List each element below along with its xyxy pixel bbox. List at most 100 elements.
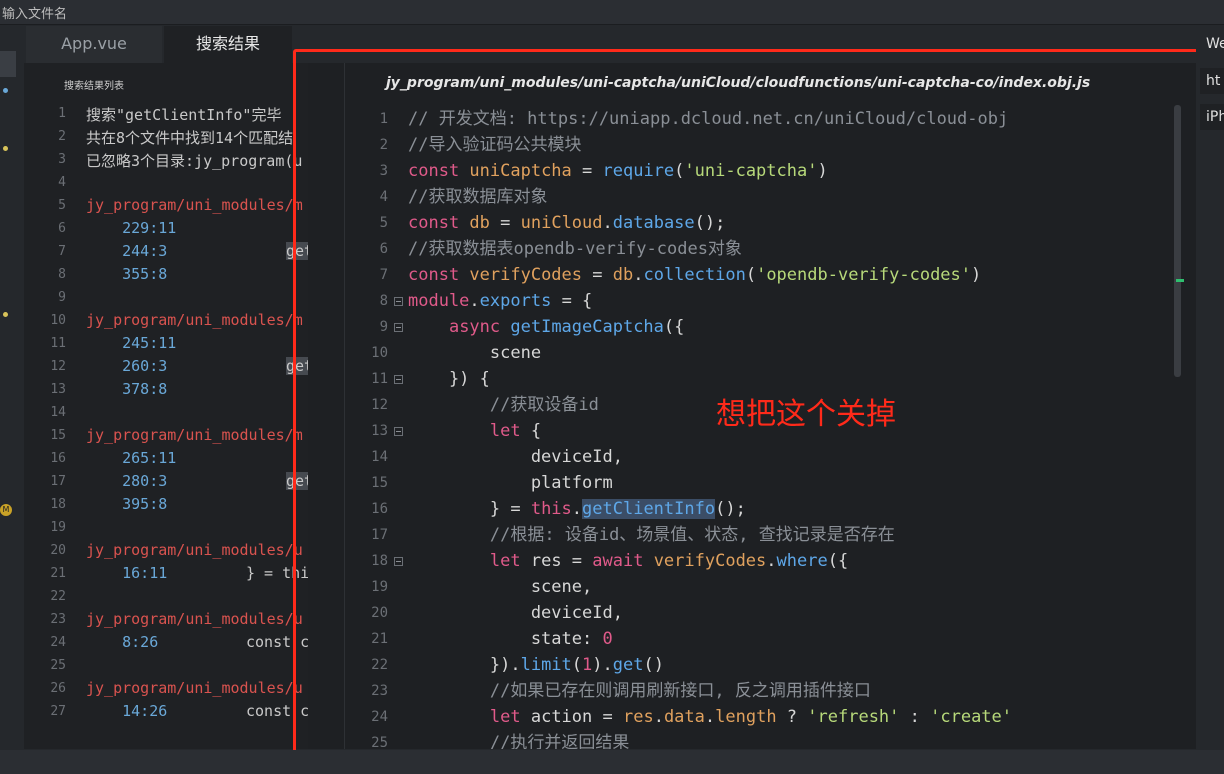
result-line[interactable]: 25 [24, 656, 326, 679]
code-token: = { [551, 291, 593, 311]
result-text: 16:11 [86, 564, 168, 582]
file-search-bar[interactable]: 输入文件名 [0, 0, 1224, 25]
code-line[interactable]: 9 async getImageCaptcha({ [346, 314, 1186, 340]
result-line[interactable]: 23 jy_program/uni_modules/u [24, 610, 326, 633]
result-line[interactable]: 19 [24, 518, 326, 541]
code-line[interactable]: 24 let action = res.data.length ? 'refre… [346, 704, 1186, 730]
result-line[interactable]: 17 280:3 getC [24, 472, 326, 495]
result-line[interactable]: 20 jy_program/uni_modules/u [24, 541, 326, 564]
result-text: jy_program/uni_modules/m [86, 196, 303, 214]
code-line[interactable]: 25 //执行并返回结果 [346, 730, 1186, 749]
result-line[interactable]: 27 14:26 const cl [24, 702, 326, 725]
vertical-scrollbar[interactable] [1174, 105, 1181, 377]
line-number: 5 [58, 198, 66, 213]
code-token: res [622, 707, 654, 727]
result-line[interactable]: 6 229:11 [24, 219, 326, 242]
result-line[interactable]: 1 搜索"getClientInfo"完毕 [24, 104, 326, 127]
result-text: 265:11 [86, 449, 177, 467]
code-line[interactable]: 10 scene [346, 340, 1186, 366]
result-line[interactable]: 26 jy_program/uni_modules/u [24, 679, 326, 702]
code-line[interactable]: 4 //获取数据库对象 [346, 184, 1186, 210]
code-line-number: 25 [371, 735, 388, 749]
code-line[interactable]: 18 let res = await verifyCodes.where({ [346, 548, 1186, 574]
result-line[interactable]: 16 265:11 [24, 449, 326, 472]
code-line[interactable]: 2 //导入验证码公共模块 [346, 132, 1186, 158]
code-line[interactable]: 3 const uniCaptcha = require('uni-captcha… [346, 158, 1186, 184]
code-line[interactable]: 20 deviceId, [346, 600, 1186, 626]
fold-toggle-icon[interactable] [394, 427, 403, 436]
code-token: ({ [827, 551, 849, 571]
code-line[interactable]: 14 deviceId, [346, 444, 1186, 470]
result-line[interactable]: 24 8:26 const cl [24, 633, 326, 656]
code-line[interactable]: 6 //获取数据表opendb-verify-codes对象 [346, 236, 1186, 262]
code-token: // 开发文档: https://uniapp.dcloud.net.cn/un… [408, 109, 1009, 129]
sidebar-selected-item[interactable] [0, 51, 16, 77]
code-token: } = [408, 499, 531, 519]
code-line[interactable]: 7 const verifyCodes = db.collection('open… [346, 262, 1186, 288]
code-line[interactable]: 8 module.exports = { [346, 288, 1186, 314]
code-line[interactable]: 16 } = this.getClientInfo(); [346, 496, 1186, 522]
line-number: 21 [50, 566, 66, 581]
code-text: //获取设备id [408, 392, 599, 418]
code-text: //如果已存在则调用刷新接口, 反之调用插件接口 [408, 678, 871, 704]
code-line[interactable]: 1 // 开发文档: https://uniapp.dcloud.net.cn/u… [346, 106, 1186, 132]
code-token: scene, [408, 577, 593, 597]
code-token: uniCloud [520, 213, 603, 233]
code-token: database [612, 213, 695, 233]
code-line-number: 21 [371, 631, 388, 647]
yellow-dot-icon [3, 146, 8, 151]
line-number: 10 [50, 313, 66, 328]
code-line[interactable]: 23 //如果已存在则调用刷新接口, 反之调用插件接口 [346, 678, 1186, 704]
code-token: collection [643, 265, 746, 285]
code-text: state: 0 [408, 626, 613, 652]
code-token: ( [674, 161, 685, 181]
fold-toggle-icon[interactable] [394, 375, 403, 384]
result-line[interactable]: 2 共在8个文件中找到14个匹配结 [24, 127, 326, 150]
tab-search-results[interactable]: 搜索结果 [164, 26, 292, 63]
result-line[interactable]: 13 378:8 [24, 380, 326, 403]
code-line[interactable]: 19 scene, [346, 574, 1186, 600]
result-line[interactable]: 7 244:3 getC [24, 242, 326, 265]
code-token: ( [745, 265, 757, 285]
line-number: 14 [50, 405, 66, 420]
code-token: data [663, 707, 705, 727]
fold-toggle-icon[interactable] [394, 323, 403, 332]
code-line[interactable]: 5 const db = uniCloud.database(); [346, 210, 1186, 236]
code-editor[interactable]: jy_program/uni_modules/uni-captcha/uniCl… [308, 63, 1196, 749]
m-badge-icon: M [0, 504, 12, 516]
code-text: }) { [408, 366, 490, 392]
code-text: scene [408, 340, 541, 366]
result-line[interactable]: 5 jy_program/uni_modules/m [24, 196, 326, 219]
result-line[interactable]: 14 [24, 403, 326, 426]
editor-tabs: App.vue 搜索结果 [24, 26, 1196, 63]
code-token: where [776, 551, 828, 571]
result-line[interactable]: 21 16:11} = this [24, 564, 326, 587]
search-results-panel[interactable]: 搜索结果列表 1 搜索"getClientInfo"完毕 2 共在8个文件中找到14个… [24, 63, 326, 749]
code-line-number: 17 [371, 527, 388, 543]
result-line[interactable]: 11 245:11 [24, 334, 326, 357]
code-token: length [715, 707, 777, 727]
fold-toggle-icon[interactable] [394, 297, 403, 306]
code-line[interactable]: 17 //根据: 设备id、场景值、状态, 查找记录是否存在 [346, 522, 1186, 548]
code-line[interactable]: 21 state: 0 [346, 626, 1186, 652]
code-line-number: 4 [379, 189, 388, 205]
result-line[interactable]: 8 355:8 [24, 265, 326, 288]
result-line[interactable]: 18 395:8 [24, 495, 326, 518]
code-token: ) [971, 265, 982, 285]
result-line[interactable]: 3 已忽略3个目录:jy_program(u [24, 150, 326, 173]
code-token: //如果已存在则调用刷新接口, 反之调用插件接口 [489, 681, 871, 701]
code-token: db [469, 213, 490, 233]
code-line[interactable]: 22 }).limit(1).get() [346, 652, 1186, 678]
result-line[interactable]: 15 jy_program/uni_modules/m [24, 426, 326, 449]
tab-app-vue[interactable]: App.vue [26, 26, 162, 63]
result-line[interactable]: 10 jy_program/uni_modules/m [24, 311, 326, 334]
line-number: 15 [50, 428, 66, 443]
result-line[interactable]: 22 [24, 587, 326, 610]
result-text: jy_program/uni_modules/m [86, 426, 303, 444]
result-line[interactable]: 4 [24, 173, 326, 196]
result-line[interactable]: 12 260:3 getC [24, 357, 326, 380]
result-line[interactable]: 9 [24, 288, 326, 311]
code-line[interactable]: 15 platform [346, 470, 1186, 496]
fold-toggle-icon[interactable] [394, 557, 403, 566]
